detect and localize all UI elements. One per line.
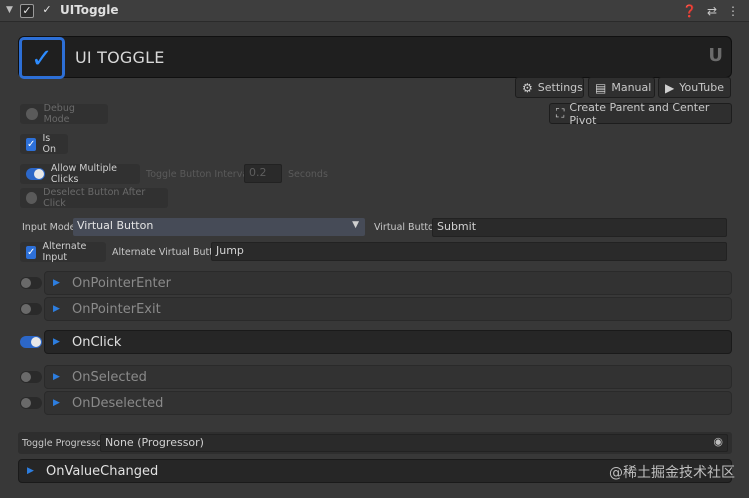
event-on-selected[interactable]: ▶ OnSelected: [44, 365, 732, 389]
alt-virtual-button-field[interactable]: Jump: [211, 242, 727, 261]
virtual-button-field[interactable]: Submit: [432, 218, 727, 237]
expand-arrow-icon: ▶: [53, 304, 60, 314]
settings-button[interactable]: ⚙ Settings: [515, 77, 584, 98]
book-icon: ▤: [595, 80, 607, 95]
component-title: UIToggle: [60, 3, 119, 17]
switch-on-icon: [26, 168, 45, 180]
alternate-input-checkbox[interactable]: ✓ Alternate Input: [20, 241, 106, 263]
component-banner: ✓ UI TOGGLE U: [18, 36, 732, 79]
triangle-down-icon[interactable]: ▼: [6, 5, 13, 15]
toggle-progressor-label: Toggle Progressor: [22, 438, 106, 449]
youtube-button[interactable]: ▶ YouTube: [658, 77, 731, 98]
watermark: @稀土掘金技术社区: [609, 465, 735, 481]
alt-virtual-button-label: Alternate Virtual Button: [112, 247, 225, 258]
event-on-click[interactable]: ▶ OnClick: [44, 330, 732, 354]
virtual-button-label: Virtual Button: [374, 222, 440, 233]
input-mode-label: Input Mode: [22, 222, 76, 233]
checkmark-icon: ✓: [26, 137, 37, 151]
expand-arrow-icon: ▶: [53, 372, 60, 382]
banner-title: UI TOGGLE: [75, 48, 165, 67]
event-enable-switch[interactable]: [20, 303, 42, 315]
enabled-checkbox[interactable]: ✓: [40, 4, 54, 18]
help-icon[interactable]: ❓: [682, 4, 697, 18]
expand-arrow-icon: ▶: [53, 398, 60, 408]
event-on-pointer-enter[interactable]: ▶ OnPointerEnter: [44, 271, 732, 295]
youtube-icon: ▶: [665, 80, 675, 95]
sliders-icon[interactable]: ⇄: [707, 4, 717, 18]
toggle-knob-icon: [26, 192, 38, 204]
event-on-pointer-exit[interactable]: ▶ OnPointerExit: [44, 297, 732, 321]
expand-arrow-icon: ▶: [53, 278, 60, 288]
gear-icon: ⚙: [522, 80, 533, 95]
frame-corners-icon: ⛶: [556, 106, 565, 120]
toggle-knob-icon: [26, 108, 38, 120]
event-enable-switch[interactable]: [20, 371, 42, 383]
checkmark-icon: ✓: [26, 245, 37, 259]
enable-component-checkbox[interactable]: ✓: [20, 4, 34, 18]
deselect-after-click-toggle[interactable]: Deselect Button After Click: [20, 187, 168, 209]
brand-icon: U: [708, 45, 723, 66]
manual-button[interactable]: ▤ Manual: [588, 77, 655, 98]
event-enable-switch[interactable]: [20, 336, 42, 348]
object-picker-icon[interactable]: ◉: [713, 435, 723, 448]
expand-arrow-icon: ▶: [53, 337, 60, 347]
dropdown-arrow-icon: ▼: [352, 220, 359, 230]
component-header: ▼ ✓ ✓ UIToggle ❓ ⇄ ⋮: [0, 0, 749, 22]
toggle-interval-field[interactable]: 0.2: [244, 164, 282, 183]
event-enable-switch[interactable]: [20, 277, 42, 289]
seconds-label: Seconds: [288, 169, 328, 180]
allow-multiple-clicks-toggle[interactable]: Allow Multiple Clicks: [20, 163, 140, 185]
create-parent-button[interactable]: ⛶ Create Parent and Center Pivot: [549, 101, 732, 127]
event-enable-switch[interactable]: [20, 397, 42, 409]
toggle-interval-label: Toggle Button Interval: [146, 169, 251, 180]
toggle-logo-icon: ✓: [19, 37, 65, 79]
toggle-progressor-field[interactable]: None (Progressor) ◉: [100, 434, 728, 452]
debug-mode-toggle[interactable]: Debug Mode: [20, 103, 108, 125]
expand-arrow-icon: ▶: [27, 466, 34, 476]
is-on-checkbox[interactable]: ✓ Is On: [20, 133, 68, 155]
event-on-deselected[interactable]: ▶ OnDeselected: [44, 391, 732, 415]
more-vert-icon[interactable]: ⋮: [727, 4, 739, 18]
input-mode-dropdown[interactable]: Virtual Button ▼: [73, 218, 365, 236]
